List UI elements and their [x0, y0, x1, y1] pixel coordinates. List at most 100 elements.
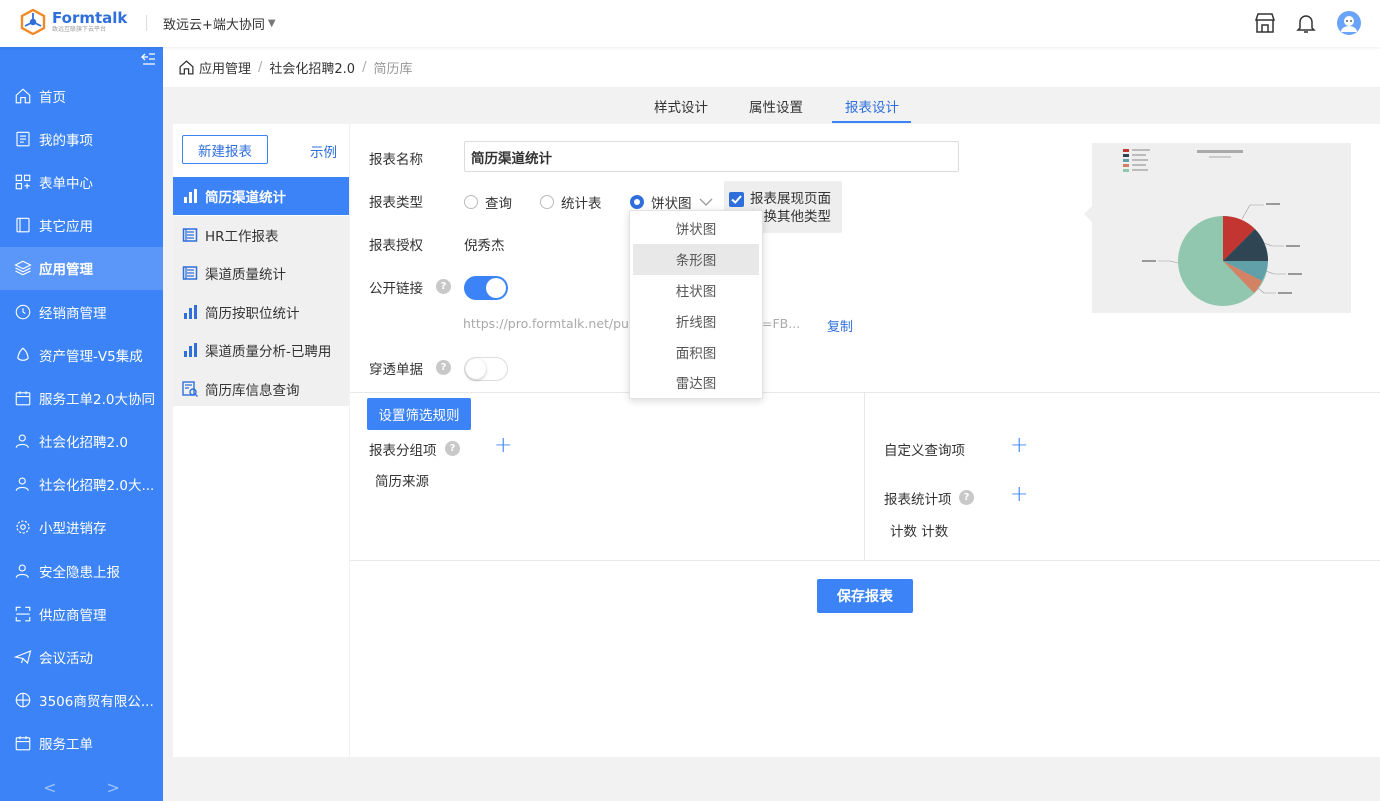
sidebar-item-label: 供应商管理 [39, 607, 107, 624]
help-icon[interactable]: ? [436, 360, 451, 375]
type-radio-pie-chart[interactable]: 饼状图 [630, 192, 713, 212]
list-icon [182, 227, 198, 242]
sidebar-item[interactable]: 服务工单 [0, 722, 163, 765]
radio-circle [464, 195, 478, 209]
report-list-item[interactable]: 渠道质量分析-已聘用 [173, 331, 349, 369]
sidebar-item-label: 资产管理-V5集成 [39, 348, 143, 365]
report-auth-value[interactable]: 倪秀杰 [464, 234, 505, 254]
breadcrumb-app[interactable]: 社会化招聘2.0 [269, 58, 355, 77]
formtalk-logo-icon [20, 9, 46, 35]
active-tab-indicator [832, 121, 911, 123]
breadcrumb-app-management[interactable]: 应用管理 [199, 58, 251, 77]
bell-icon[interactable] [1294, 11, 1318, 35]
dropdown-option[interactable]: 折线图 [633, 305, 759, 336]
sidebar-item[interactable]: 首页 [0, 74, 163, 117]
sidebar-item-label: 服务工单 [39, 737, 93, 754]
example-link[interactable]: 示例 [310, 141, 337, 161]
new-report-button[interactable]: 新建报表 [182, 135, 268, 164]
sidebar: 首页我的事项表单中心 其它应用 应用管理 经销商管理资产管理-V5集成服务工单2.0大… [0, 47, 163, 801]
report-list-item[interactable]: 渠道质量统计 [173, 254, 349, 292]
type-radio-stat-table[interactable]: 统计表 [540, 192, 602, 212]
chevron-down-icon[interactable] [699, 197, 713, 207]
radio-label: 查询 [485, 196, 512, 212]
dropdown-option[interactable]: 条形图 [633, 243, 759, 275]
drill-through-toggle[interactable] [464, 357, 508, 381]
sidebar-item[interactable]: 社会化招聘2.0 [0, 420, 163, 463]
add-stat-field-icon[interactable]: + [1010, 484, 1028, 506]
sidebar-item[interactable]: 会议活动 [0, 635, 163, 678]
sidebar-item[interactable]: 资产管理-V5集成 [0, 333, 163, 376]
report-list-item-label: 渠道质量统计 [205, 267, 286, 283]
section-divider [350, 392, 1380, 393]
header-divider [146, 15, 147, 31]
home-icon [15, 88, 31, 103]
dropdown-option[interactable]: 雷达图 [633, 367, 759, 398]
sidebar-item[interactable]: 我的事项 [0, 117, 163, 160]
sidebar-item[interactable]: 供应商管理 [0, 592, 163, 635]
breadcrumb-separator: / [258, 59, 263, 75]
chevron-down-icon: ▼ [267, 18, 276, 29]
sidebar-item-label: 社会化招聘2.0 [39, 435, 128, 452]
sidebar-item[interactable]: 服务工单2.0大协同 [0, 376, 163, 419]
custom-query-label: 自定义查询项 [884, 443, 965, 459]
public-link-toggle[interactable] [464, 276, 508, 300]
design-tabs: 样式设计 属性设置 报表设计 [163, 87, 1380, 124]
report-design-form: 报表名称 简历渠道统计 报表类型 查询 统计表 饼状图 报表展现页面 切换其他类… [350, 124, 1380, 757]
home-icon[interactable] [178, 59, 195, 76]
dropdown-option[interactable]: 面积图 [633, 336, 759, 367]
dropdown-option[interactable]: 饼状图 [633, 213, 759, 244]
type-radio-query[interactable]: 查询 [464, 192, 512, 212]
store-icon[interactable] [1253, 11, 1277, 35]
help-icon[interactable]: ? [445, 441, 460, 456]
logo[interactable]: Formtalk 致远互联旗下云平台 [20, 9, 127, 35]
sidebar-item[interactable]: 安全隐患上报 [0, 549, 163, 592]
stat-field-value[interactable]: 计数 计数 [890, 520, 948, 540]
report-list-item-label: 简历按职位统计 [205, 305, 300, 322]
section-divider [350, 560, 1380, 561]
report-auth-label: 报表授权 [369, 238, 423, 254]
sidebar-item[interactable]: 社会化招聘2.0大... [0, 463, 163, 506]
copy-link-button[interactable]: 复制 [827, 316, 853, 335]
org-switcher[interactable]: 致远云+端大协同 ▼ [163, 14, 276, 33]
report-list-item[interactable]: 简历渠道统计 [173, 177, 349, 215]
display-checkbox[interactable] [729, 192, 744, 207]
sidebar-pager: < > [0, 773, 163, 801]
sidebar-item[interactable]: 小型进销存 [0, 506, 163, 549]
book-icon [16, 217, 30, 233]
report-name-input[interactable]: 简历渠道统计 [464, 141, 959, 172]
radio-label: 统计表 [561, 196, 602, 212]
add-custom-query-icon[interactable]: + [1010, 435, 1028, 457]
avatar[interactable] [1337, 11, 1361, 35]
clock-icon [15, 304, 31, 319]
sidebar-item[interactable]: 经销商管理 [0, 290, 163, 333]
tab-style-design[interactable]: 样式设计 [654, 96, 708, 116]
add-group-field-icon[interactable]: + [494, 435, 512, 457]
stat-field-label: 报表统计项 [884, 492, 952, 508]
set-filter-rules-button[interactable]: 设置筛选规则 [367, 398, 471, 430]
sidebar-item-label: 首页 [39, 89, 66, 106]
report-list-item[interactable]: HR工作报表 [173, 216, 349, 254]
report-type-label: 报表类型 [369, 195, 423, 211]
sidebar-item[interactable]: 其它应用 [0, 204, 163, 247]
help-icon[interactable]: ? [959, 490, 974, 505]
list-icon [182, 266, 198, 280]
sidebar-item[interactable]: 应用管理 [0, 246, 163, 290]
help-icon[interactable]: ? [436, 279, 451, 294]
search-doc-icon [182, 380, 198, 397]
sidebar-item[interactable]: 表单中心 [0, 160, 163, 203]
sidebar-item[interactable]: 3506商贸有限公... [0, 679, 163, 722]
save-report-button[interactable]: 保存报表 [817, 579, 913, 613]
chart-type-dropdown: 饼状图 条形图 柱状图 折线图 面积图 雷达图 [629, 210, 763, 399]
plane-icon [14, 650, 32, 665]
tab-report-design[interactable]: 报表设计 [845, 96, 899, 116]
report-list-panel: 新建报表 示例 简历渠道统计 HR工作报表渠道质量统计 简历按职位统计渠道质量分析-… [173, 124, 349, 757]
tab-property-settings[interactable]: 属性设置 [749, 96, 803, 116]
collapse-sidebar-icon[interactable] [140, 51, 156, 67]
report-list-item[interactable]: 简历库信息查询 [173, 370, 349, 408]
dropdown-option[interactable]: 柱状图 [633, 275, 759, 306]
chevron-right-icon[interactable]: > [107, 778, 120, 797]
chevron-left-icon[interactable]: < [43, 778, 56, 797]
group-field-value[interactable]: 简历来源 [375, 470, 429, 490]
report-list-item[interactable]: 简历按职位统计 [173, 293, 349, 331]
sidebar-item-label: 我的事项 [39, 132, 93, 149]
